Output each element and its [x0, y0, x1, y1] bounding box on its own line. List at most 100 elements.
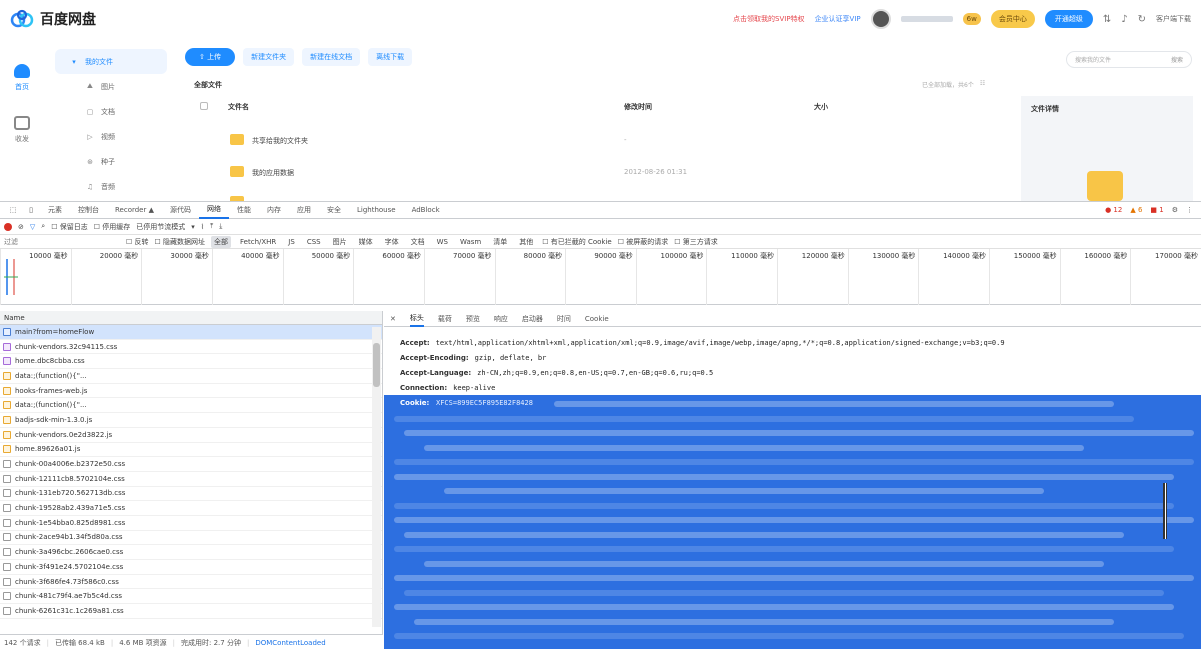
sub-nav-images[interactable]: ⛰ 图片: [55, 74, 167, 99]
filter-fetch-xhr[interactable]: Fetch/XHR: [237, 237, 279, 247]
upgrade-button[interactable]: 开通超级: [1044, 10, 1093, 28]
file-row[interactable]: 共享给我的文件夹 -: [200, 132, 1020, 154]
search-icon[interactable]: ⌕: [41, 222, 45, 231]
request-row[interactable]: chunk-3f491e24.5702104e.css: [0, 560, 382, 575]
breadcrumb[interactable]: 全部文件: [194, 80, 222, 90]
filter-media[interactable]: 媒体: [356, 236, 376, 248]
filter-icon[interactable]: ▽: [30, 223, 35, 231]
tab-preview[interactable]: 预览: [466, 314, 480, 324]
tab-memory[interactable]: 内存: [259, 202, 289, 219]
request-row[interactable]: chunk-3a496cbc.2606cae0.css: [0, 545, 382, 560]
request-row[interactable]: home.89626a01.js: [0, 443, 382, 458]
network-overview-timeline[interactable]: 10000 毫秒 20000 毫秒 30000 毫秒 40000 毫秒 50000 毫秒…: [0, 249, 1201, 305]
tab-cookies[interactable]: Cookie: [585, 315, 609, 323]
refresh-icon[interactable]: ↻: [1138, 14, 1146, 25]
file-row-partial[interactable]: [200, 194, 1020, 201]
notification-bell-icon[interactable]: ♪: [1121, 14, 1127, 25]
record-icon[interactable]: [4, 222, 12, 231]
tab-elements[interactable]: 元素: [40, 202, 70, 219]
request-row[interactable]: chunk-2ace94b1.34f5d80a.css: [0, 531, 382, 546]
filter-js[interactable]: JS: [285, 237, 298, 247]
enterprise-promo-link[interactable]: 企业认证享VIP: [815, 14, 861, 24]
third-party-checkbox[interactable]: ☐ 第三方请求: [674, 237, 718, 247]
clear-icon[interactable]: ⊘: [18, 223, 24, 231]
name-column-header[interactable]: Name: [0, 311, 382, 325]
tab-console[interactable]: 控制台: [70, 202, 107, 219]
tab-headers[interactable]: 标头: [409, 311, 424, 327]
new-online-doc-button[interactable]: 新建在线文档: [302, 48, 361, 66]
tab-security[interactable]: 安全: [319, 202, 349, 219]
request-row[interactable]: hooks-frames-web.js: [0, 384, 382, 399]
client-download-link[interactable]: 客户端下载: [1156, 14, 1191, 24]
tab-initiator[interactable]: 启动器: [522, 314, 543, 324]
request-row[interactable]: chunk-6261c31c.1c269a81.css: [0, 604, 382, 619]
filter-wasm[interactable]: Wasm: [457, 237, 484, 247]
blocked-cookies-checkbox[interactable]: ☐ 有已拦截的 Cookie: [542, 237, 612, 247]
list-view-toggle-icon[interactable]: ☷: [980, 80, 985, 89]
request-row[interactable]: chunk-vendors.32c94115.css: [0, 340, 382, 355]
settings-gear-icon[interactable]: ⚙: [1172, 206, 1178, 214]
left-nav-home[interactable]: 首页: [0, 52, 44, 104]
throttle-select[interactable]: 已停用节流模式: [136, 222, 185, 232]
request-row[interactable]: chunk-12111cb8.5702104e.css: [0, 472, 382, 487]
sub-nav-my-files[interactable]: ▾ 我的文件: [55, 49, 167, 74]
filter-other[interactable]: 其他: [516, 236, 536, 248]
inspect-element-icon[interactable]: ⬚: [4, 206, 22, 214]
request-row[interactable]: chunk-131eb720.562713db.css: [0, 487, 382, 502]
tab-payload[interactable]: 载荷: [438, 314, 452, 324]
warning-count[interactable]: ▲ 6: [1130, 206, 1142, 214]
device-toolbar-icon[interactable]: ▯: [22, 206, 40, 214]
select-all-checkbox[interactable]: [200, 102, 208, 110]
request-row[interactable]: data:;(function(){"...: [0, 398, 382, 414]
sub-nav-documents[interactable]: ▢ 文档: [55, 99, 167, 124]
tab-application[interactable]: 应用: [289, 202, 319, 219]
file-row[interactable]: 我的应用数据 2012-08-26 01:31: [200, 164, 1020, 186]
request-row[interactable]: home.dbc8cbba.css: [0, 354, 382, 370]
member-center-button[interactable]: 会员中心: [990, 10, 1035, 28]
file-name[interactable]: 共享给我的文件夹: [252, 136, 308, 146]
request-row[interactable]: chunk-481c79f4.ae7b5c4d.css: [0, 589, 382, 605]
request-row[interactable]: chunk-1e54bba0.825d8981.css: [0, 516, 382, 531]
cookie-header-selected[interactable]: Cookie: XFCS=899EC5F895E82F8428: [384, 395, 1201, 649]
file-name[interactable]: 我的应用数据: [252, 168, 294, 178]
disable-cache-checkbox[interactable]: ☐ 停用缓存: [94, 222, 131, 232]
filter-all[interactable]: 全部: [211, 235, 232, 248]
more-options-icon[interactable]: ⋮: [1186, 206, 1193, 214]
tab-network[interactable]: 网络: [198, 202, 229, 219]
close-icon[interactable]: ✕: [390, 315, 396, 323]
request-row[interactable]: chunk-19528ab2.439a71e5.css: [0, 501, 382, 516]
request-row[interactable]: chunk-00a4006e.b2372e50.css: [0, 457, 382, 472]
transfer-icon[interactable]: ⇅: [1103, 14, 1111, 25]
sub-nav-audio[interactable]: ♫ 音频: [55, 174, 167, 199]
request-list-scrollbar[interactable]: [372, 327, 381, 627]
filter-ws[interactable]: WS: [434, 237, 451, 247]
sub-nav-torrents[interactable]: ⊛ 种子: [55, 149, 167, 174]
export-har-icon[interactable]: ⤓: [219, 222, 222, 231]
request-row[interactable]: badjs-sdk-min-1.3.0.js: [0, 413, 382, 428]
blocked-requests-checkbox[interactable]: ☐ 被屏蔽的请求: [618, 237, 669, 247]
request-row[interactable]: chunk-vendors.0e2d3822.js: [0, 428, 382, 443]
filter-input[interactable]: 过滤: [4, 237, 120, 247]
tab-response[interactable]: 响应: [494, 314, 508, 324]
svip-badge[interactable]: 6w: [962, 13, 981, 25]
tab-sources[interactable]: 源代码: [162, 202, 199, 219]
scrollbar-thumb[interactable]: [373, 343, 380, 387]
avatar[interactable]: [870, 9, 891, 29]
preserve-log-checkbox[interactable]: ☐ 保留日志: [51, 222, 88, 232]
column-name[interactable]: 文件名: [228, 102, 249, 112]
brand-logo[interactable]: 百度网盘: [10, 9, 96, 29]
file-search-input[interactable]: 搜索我的文件 搜索: [1066, 51, 1192, 68]
offline-download-button[interactable]: 离线下载: [368, 48, 413, 66]
request-row[interactable]: data:;(function(){"...: [0, 369, 382, 384]
error-count[interactable]: ● 12: [1105, 206, 1122, 214]
filter-img[interactable]: 图片: [330, 236, 350, 248]
network-conditions-icon[interactable]: ⌇: [201, 223, 204, 231]
filter-css[interactable]: CSS: [304, 237, 324, 247]
search-button[interactable]: 搜索: [1171, 55, 1183, 64]
tab-lighthouse[interactable]: Lighthouse: [349, 202, 404, 219]
tab-performance[interactable]: 性能: [229, 202, 259, 219]
svip-promo-link[interactable]: 点击领取我的SVIP特权: [733, 14, 805, 24]
issues-count[interactable]: ■ 1: [1150, 206, 1163, 214]
request-row[interactable]: main?from=homeFlow: [0, 325, 382, 340]
import-har-icon[interactable]: ⤒: [210, 222, 213, 231]
